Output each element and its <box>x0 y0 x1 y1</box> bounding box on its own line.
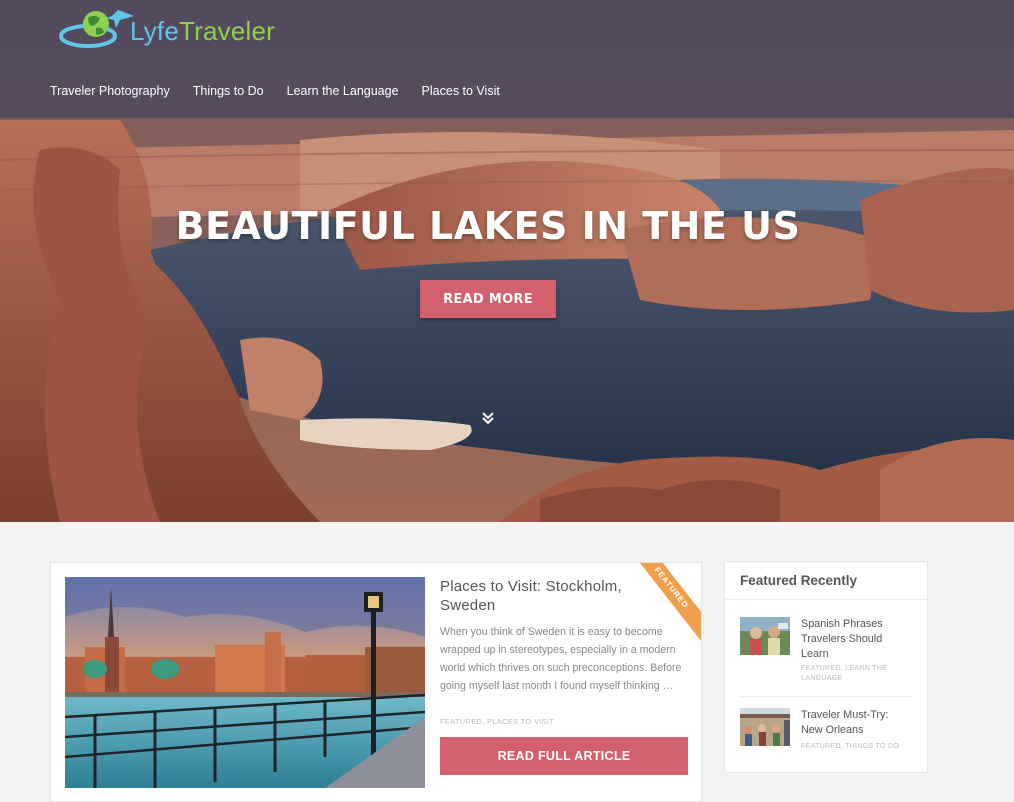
featured-recently-widget: Featured Recently Spanish Phrases Travel… <box>724 561 928 773</box>
logo-wordmark-lyfe: Lyfe <box>130 16 179 46</box>
nav-item-learn-the-language[interactable]: Learn the Language <box>287 84 399 98</box>
main-nav: Traveler Photography Things to Do Learn … <box>50 84 523 98</box>
logo-wordmark-traveler: Traveler <box>178 16 275 46</box>
sidebar-post-categories[interactable]: FEATURED, THINGS TO DO <box>801 741 901 751</box>
sidebar-post-categories[interactable]: FEATURED, LEARN THE LANGUAGE <box>801 663 901 682</box>
hero-title: BEAUTIFUL LAKES IN THE US <box>175 204 801 248</box>
globe-plane-icon <box>59 10 134 48</box>
post-categories[interactable]: FEATURED, PLACES TO VISIT <box>440 717 554 726</box>
post-thumbnail-spanish-phrases[interactable] <box>740 617 790 655</box>
post-title[interactable]: Places to Visit: Stockholm, Sweden <box>440 577 660 615</box>
hero-banner: LyfeTraveler Traveler Photography Things… <box>0 0 1014 522</box>
double-chevron-down-icon[interactable] <box>481 410 495 426</box>
divider <box>740 696 912 697</box>
nav-item-things-to-do[interactable]: Things to Do <box>193 84 264 98</box>
nav-item-places-to-visit[interactable]: Places to Visit <box>422 84 500 98</box>
logo-wordmark: LyfeTraveler <box>130 16 275 47</box>
read-full-article-button[interactable]: READ FULL ARTICLE <box>440 737 688 775</box>
read-more-button[interactable]: READ MORE <box>420 280 556 318</box>
post-thumbnail-stockholm[interactable] <box>65 577 425 788</box>
sidebar-post-title[interactable]: Traveler Must-Try: New Orleans <box>801 708 911 738</box>
sidebar-post-title[interactable]: Spanish Phrases Travelers Should Learn <box>801 617 911 662</box>
site-logo[interactable]: LyfeTraveler <box>58 6 275 56</box>
featured-post-card: Places to Visit: Stockholm, Sweden When … <box>50 562 702 802</box>
post-thumbnail-new-orleans[interactable] <box>740 708 790 746</box>
post-excerpt: When you think of Sweden it is easy to b… <box>440 626 682 692</box>
nav-item-traveler-photography[interactable]: Traveler Photography <box>50 84 170 98</box>
widget-heading: Featured Recently <box>725 562 927 600</box>
